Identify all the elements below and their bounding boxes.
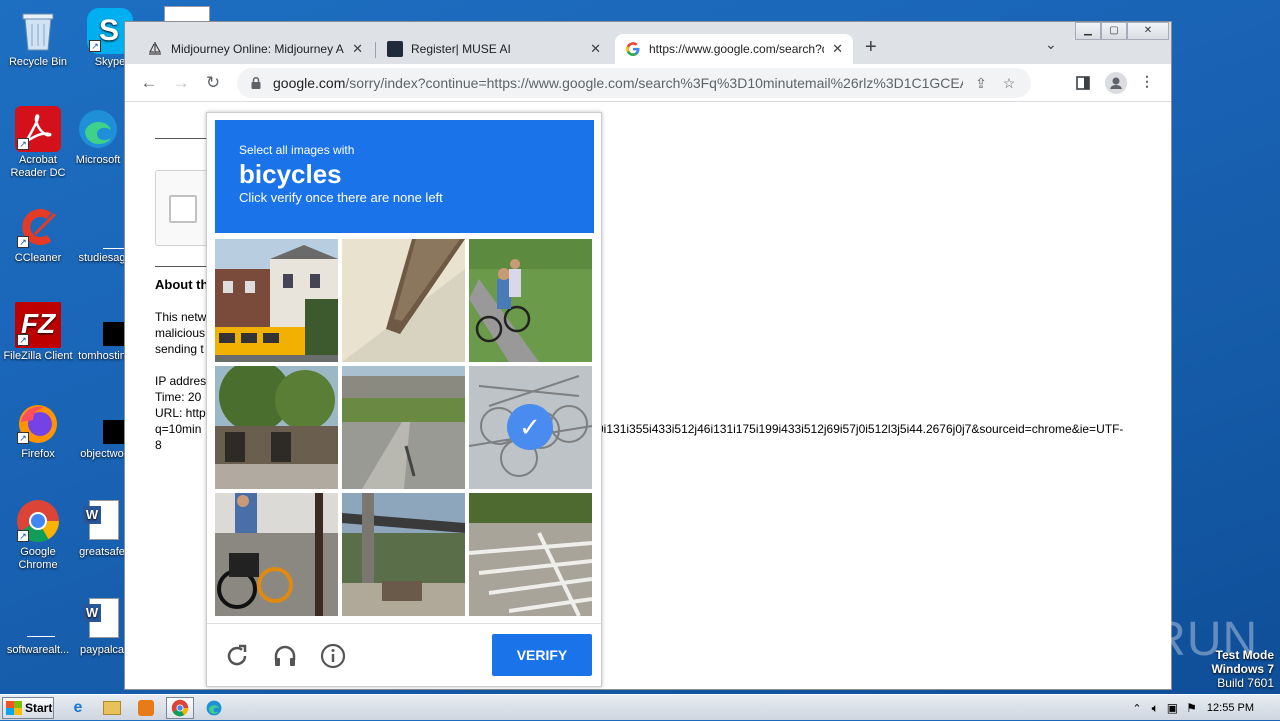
- image-tile-1[interactable]: [215, 239, 338, 362]
- recaptcha-checkbox[interactable]: [169, 195, 197, 223]
- tab-midjourney[interactable]: Midjourney Online: Midjourney Ai On ✕: [137, 34, 373, 64]
- microsoft-edge-icon: [206, 700, 222, 716]
- image-tile-6-selected[interactable]: ✓: [469, 366, 592, 489]
- firefox-icon: ↗: [15, 400, 61, 446]
- verify-button[interactable]: VERIFY: [492, 634, 592, 676]
- recaptcha-challenge: Select all images with bicycles Click ve…: [206, 112, 602, 687]
- word-doc-icon: W: [79, 498, 125, 544]
- side-panel-icon[interactable]: [1073, 73, 1093, 93]
- challenge-instruction: Click verify once there are none left: [239, 190, 443, 205]
- about-heading: About th: [155, 277, 209, 292]
- sailboat-icon: [147, 41, 163, 57]
- windows-logo-icon: [6, 701, 22, 715]
- image-tile-7[interactable]: [215, 493, 338, 616]
- challenge-header: Select all images with bicycles Click ve…: [215, 120, 594, 233]
- close-icon[interactable]: ✕: [832, 41, 843, 57]
- tab-search-button[interactable]: ⌄: [1045, 36, 1057, 53]
- image-grid: ✓: [215, 239, 594, 618]
- image-tile-2[interactable]: [342, 239, 465, 362]
- test-mode-text: Test Mode Windows 7 Build 7601: [1211, 648, 1274, 690]
- share-icon[interactable]: ⇪: [971, 75, 991, 92]
- taskbar-chrome[interactable]: [166, 697, 194, 719]
- tab-muse-ai[interactable]: Register| MUSE AI ✕: [377, 34, 611, 64]
- ip-address-text: IP addres: [155, 374, 207, 388]
- page-line: malicious: [155, 326, 206, 340]
- volume-icon[interactable]: 🔈︎: [1152, 701, 1159, 716]
- challenge-footer: VERIFY: [207, 623, 601, 688]
- start-button[interactable]: Start: [2, 697, 54, 719]
- taskbar-edge[interactable]: [200, 697, 228, 719]
- google-icon: [625, 41, 641, 57]
- url-end: 8: [155, 438, 162, 452]
- tab-bar: Midjourney Online: Midjourney Ai On ✕ Re…: [125, 22, 1171, 64]
- image-tile-4[interactable]: [215, 366, 338, 489]
- reload-button[interactable]: ↻: [201, 71, 225, 95]
- desktop-icon-partial: [164, 6, 210, 22]
- page-line: This netw: [155, 310, 207, 324]
- image-tile-9[interactable]: [469, 493, 592, 616]
- desktop-icon-recycle-bin[interactable]: Recycle Bin: [0, 8, 76, 69]
- maximize-button[interactable]: ▢: [1101, 22, 1127, 40]
- window-close-button[interactable]: ✕: [1127, 22, 1169, 40]
- file-icon: [15, 596, 61, 642]
- arrow-right-icon: →: [172, 73, 190, 92]
- challenge-target: bicycles: [239, 159, 342, 189]
- checkmark-icon: ✓: [507, 404, 553, 450]
- chevron-down-icon: ⌄: [1045, 36, 1057, 52]
- image-tile-3[interactable]: [469, 239, 592, 362]
- recycle-bin-icon: [15, 8, 61, 54]
- arrow-left-icon: ←: [140, 73, 158, 92]
- media-player-icon: [138, 700, 154, 716]
- lock-icon: [249, 76, 263, 90]
- tab-separator: [375, 42, 376, 58]
- internet-explorer-icon: e: [73, 699, 83, 716]
- file-icon: [79, 204, 129, 250]
- chrome-icon: ↗: [15, 498, 61, 544]
- taskbar: Start e ⌃ 🔈︎ ▣ ⚑ 12:55 PM: [0, 694, 1280, 720]
- taskbar-media-player[interactable]: [132, 697, 160, 719]
- time-text: Time: 20: [155, 390, 202, 404]
- system-tray: ⌃ 🔈︎ ▣ ⚑ 12:55 PM: [1132, 695, 1280, 721]
- new-tab-button[interactable]: +: [865, 36, 877, 59]
- muse-icon: [387, 41, 403, 57]
- browser-toolbar: ← → ↻ google.com/sorry/index?continue=ht…: [125, 64, 1171, 102]
- clock[interactable]: 12:55 PM: [1207, 702, 1254, 714]
- close-icon[interactable]: ✕: [352, 41, 363, 57]
- minimize-button[interactable]: ▁: [1075, 22, 1101, 40]
- url-label: URL: http: [155, 406, 206, 420]
- image-tile-8[interactable]: [342, 493, 465, 616]
- bookmark-star-icon[interactable]: ☆: [999, 75, 1019, 92]
- chrome-icon: [171, 699, 189, 717]
- file-icon: [79, 302, 139, 348]
- url-text: google.com/sorry/index?continue=https://…: [273, 75, 963, 91]
- ccleaner-icon: ↗: [15, 204, 61, 250]
- profile-avatar-icon[interactable]: [1105, 72, 1127, 94]
- filezilla-icon: FZ ↗: [15, 302, 61, 348]
- reload-challenge-icon[interactable]: [223, 642, 251, 670]
- acrobat-reader-icon: ↗: [15, 106, 61, 152]
- image-tile-5[interactable]: [342, 366, 465, 489]
- audio-challenge-icon[interactable]: [271, 642, 299, 670]
- file-icon: [79, 400, 139, 446]
- taskbar-explorer[interactable]: [98, 697, 126, 719]
- url-tail: 0i131i355i433i512j46i131i175i199i433i512…: [597, 422, 1124, 436]
- taskbar-ie[interactable]: e: [64, 697, 92, 719]
- reload-icon: ↻: [205, 73, 221, 92]
- info-icon[interactable]: [319, 642, 347, 670]
- url-cont: q=10min: [155, 422, 202, 436]
- microsoft-edge-icon: [75, 106, 121, 152]
- show-hidden-icons-icon[interactable]: ⌃: [1132, 702, 1141, 715]
- challenge-subtitle: Select all images with: [239, 143, 355, 157]
- kebab-menu-icon[interactable]: ⋮: [1137, 73, 1157, 93]
- back-button[interactable]: ←: [137, 71, 161, 95]
- address-bar[interactable]: google.com/sorry/index?continue=https://…: [237, 68, 1031, 98]
- page-line: sending t: [155, 342, 204, 356]
- forward-button[interactable]: →: [169, 71, 193, 95]
- word-doc-icon: W: [79, 596, 125, 642]
- network-icon[interactable]: ▣: [1167, 701, 1178, 715]
- flag-icon[interactable]: ⚑: [1186, 701, 1197, 715]
- tab-google-search[interactable]: https://www.google.com/search?q= ✕: [615, 34, 853, 64]
- folder-icon: [103, 701, 121, 715]
- close-icon[interactable]: ✕: [590, 41, 601, 57]
